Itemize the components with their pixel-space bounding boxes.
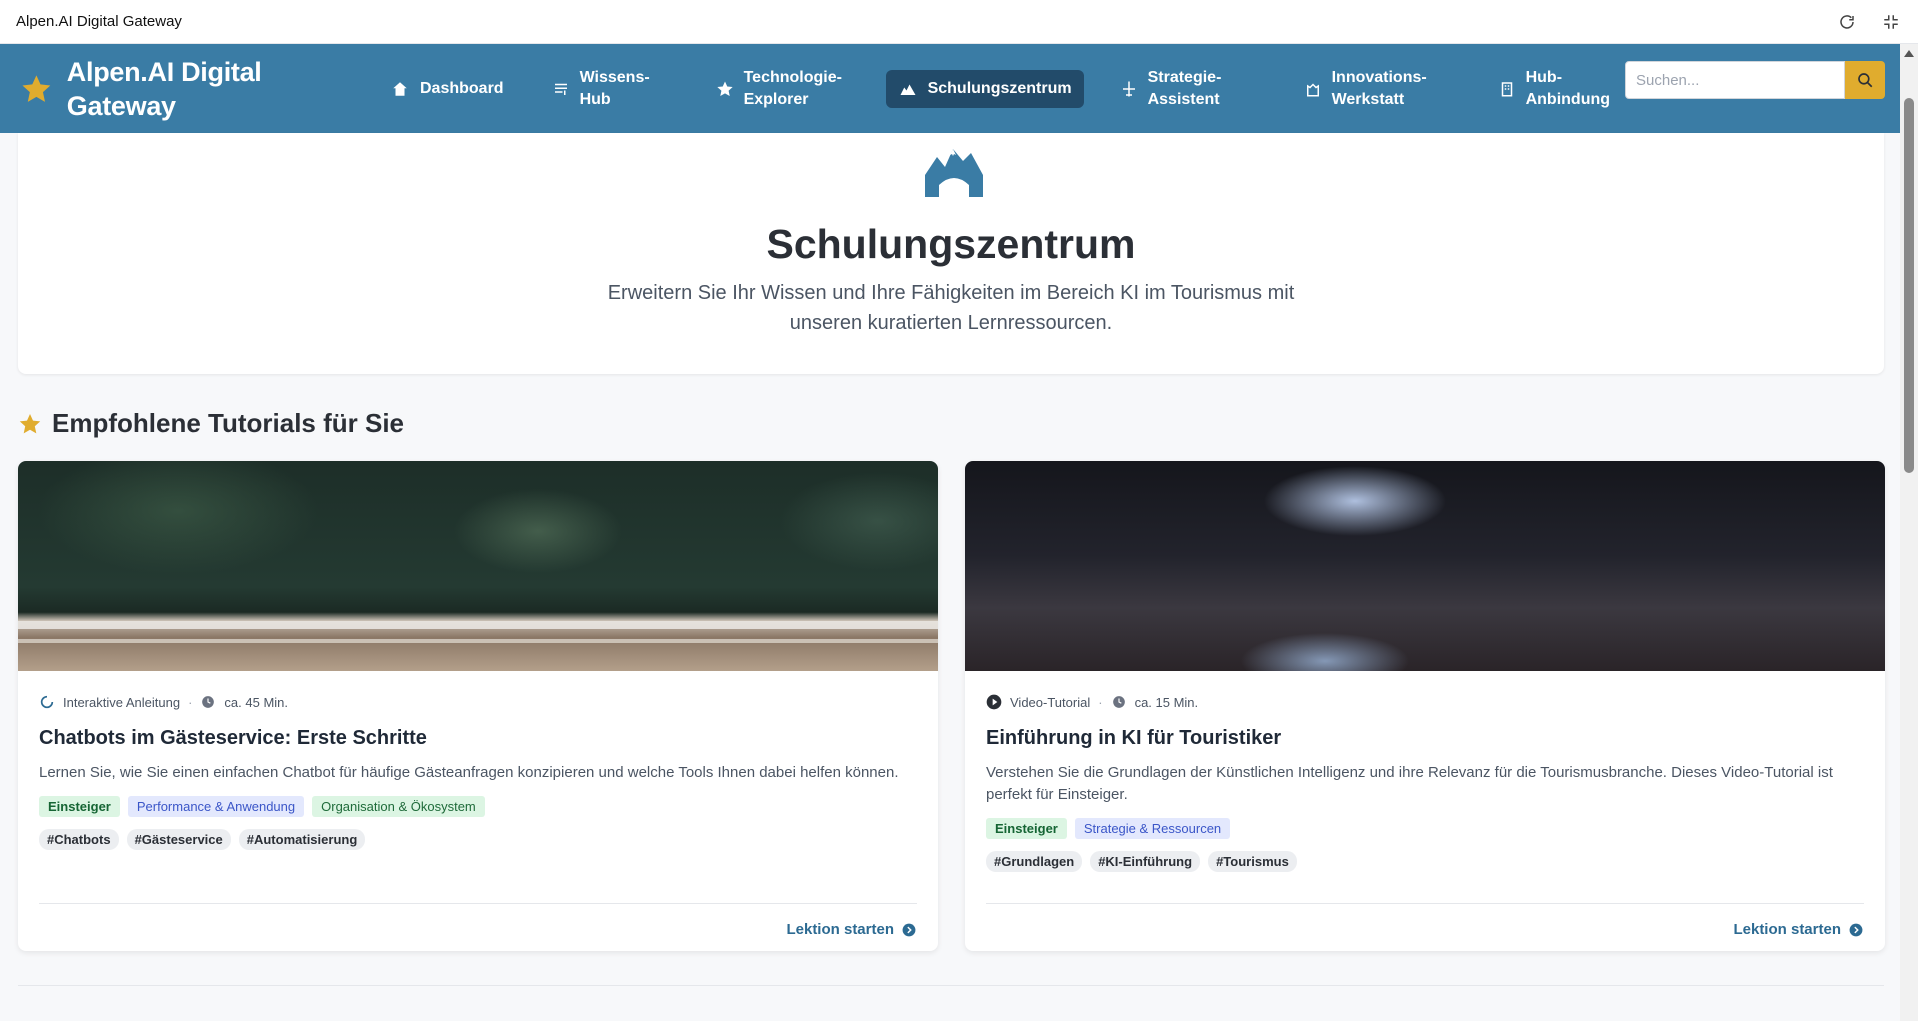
tutorial-title: Chatbots im Gästeservice: Erste Schritte [39,727,427,749]
nav-item-schulungszentrum[interactable]: Schulungszentrum [885,69,1084,108]
search-input[interactable] [1625,61,1845,99]
level-badge: Einsteiger [39,796,120,817]
scrollbar[interactable] [1900,44,1918,1021]
scroll-thumb[interactable] [1904,98,1914,473]
tutorial-type: Video-Tutorial [1010,694,1091,710]
nav-item-dashboard[interactable]: Dashboard [378,70,516,108]
tag-row: #Grundlagen #KI-Einführung #Tourismus [986,851,1864,872]
nav-item-label: Schulungszentrum [927,79,1072,97]
page-title: Schulungszentrum [766,221,1136,267]
tag[interactable]: #Grundlagen [986,851,1083,872]
tutorial-description: Verstehen Sie die Grundlagen der Künstli… [986,764,1833,803]
star-icon [19,413,41,433]
nav-item-wissens-hub[interactable]: Wissens-Hub [540,59,680,119]
badge-row: Einsteiger Strategie & Ressourcen [986,818,1864,839]
clock-icon [1111,694,1127,710]
arrow-right-circle-icon [1849,923,1863,936]
tutorial-meta: Video-Tutorial · ca. 15 Min. [986,691,1864,713]
building-icon [1498,79,1516,99]
plane-icon [1120,79,1138,99]
page-subtitle: Erweitern Sie Ihr Wissen und Ihre Fähigk… [607,282,1295,334]
nav-item-hub-anbindung[interactable]: Hub-Anbindung [1486,59,1616,119]
nav-item-label: Dashboard [420,79,504,97]
divider [39,903,917,904]
tutorial-duration: ca. 15 Min. [1134,694,1199,710]
category-badge: Strategie & Ressourcen [1074,818,1231,839]
nav-item-label: Hub-Anbindung [1525,68,1611,108]
nav-item-label: Technologie-Explorer [743,68,842,108]
category-badge: Performance & Anwendung [127,796,305,817]
section-title: Empfohlene Tutorials für Sie [52,408,405,438]
search-button[interactable] [1845,61,1885,99]
nav-item-label: Strategie-Assistent [1147,68,1222,108]
window-titlebar: Alpen.AI Digital Gateway [0,0,1918,44]
window-controls [1836,11,1902,33]
window-title: Alpen.AI Digital Gateway [16,13,182,30]
star-icon [716,79,734,99]
search-bar [1625,61,1885,99]
category-badge: Organisation & Ökosystem [312,796,485,817]
nav-item-innovations-werkstatt[interactable]: Innovations-Werkstatt [1292,59,1462,119]
divider [986,903,1864,904]
tutorial-image [18,461,938,671]
start-lesson-link[interactable]: Lektion starten [786,921,916,938]
tutorial-title: Einführung in KI für Touristiker [986,727,1282,749]
interactive-icon [39,694,55,710]
nav-item-strategie-assistent[interactable]: Strategie-Assistent [1108,59,1268,119]
clock-icon [200,694,216,710]
reload-icon[interactable] [1836,11,1858,33]
tag-row: #Chatbots #Gästeservice #Automatisierung [39,829,917,850]
tutorial-description: Lernen Sie, wie Sie einen einfachen Chat… [39,764,899,781]
tag[interactable]: #Gästeservice [126,829,231,850]
mountain-icon [925,149,983,197]
play-icon [986,694,1002,710]
tag[interactable]: #Automatisierung [238,829,366,850]
tutorial-type: Interaktive Anleitung [63,694,181,710]
section-divider [18,985,1884,986]
badge-row: Einsteiger Performance & Anwendung Organ… [39,796,917,817]
main-navbar: Alpen.AI Digital Gateway Dashboard Wisse… [0,44,1900,133]
tutorial-duration: ca. 45 Min. [224,694,289,710]
section-heading: Empfohlene Tutorials für Sie [18,408,404,439]
level-badge: Einsteiger [986,818,1067,839]
start-lesson-label: Lektion starten [1733,921,1841,938]
tutorial-card[interactable]: Video-Tutorial · ca. 15 Min. Einführung … [965,461,1885,951]
tutorial-image [965,461,1885,671]
search-icon [1858,73,1873,88]
nav-item-label: Innovations-Werkstatt [1331,68,1427,108]
nav-item-technologie-explorer[interactable]: Technologie-Explorer [704,59,862,119]
tag[interactable]: #Tourismus [1208,851,1297,872]
list-icon [552,79,570,99]
castle-icon [1304,79,1322,99]
mountain-icon [898,79,918,99]
tutorial-meta: Interaktive Anleitung · ca. 45 Min. [39,691,917,713]
brand-name: Alpen.AI Digital Gateway [66,56,262,121]
tag[interactable]: #Chatbots [39,829,119,850]
brand[interactable]: Alpen.AI Digital Gateway [20,55,350,123]
tag[interactable]: #KI-Einführung [1090,851,1201,872]
star-icon [22,74,51,102]
hero-section: Schulungszentrum Erweitern Sie Ihr Wisse… [18,133,1884,374]
nav-item-label: Wissens-Hub [579,68,650,108]
fullscreen-exit-icon[interactable] [1880,11,1902,33]
arrow-right-circle-icon [902,923,916,936]
start-lesson-label: Lektion starten [786,921,894,938]
nav-items: Dashboard Wissens-Hub Technologie-Explor… [378,59,1640,119]
home-icon [390,79,410,99]
start-lesson-link[interactable]: Lektion starten [1733,921,1863,938]
scroll-up-arrow[interactable] [1904,50,1914,57]
tutorial-card[interactable]: Interaktive Anleitung · ca. 45 Min. Chat… [18,461,938,951]
